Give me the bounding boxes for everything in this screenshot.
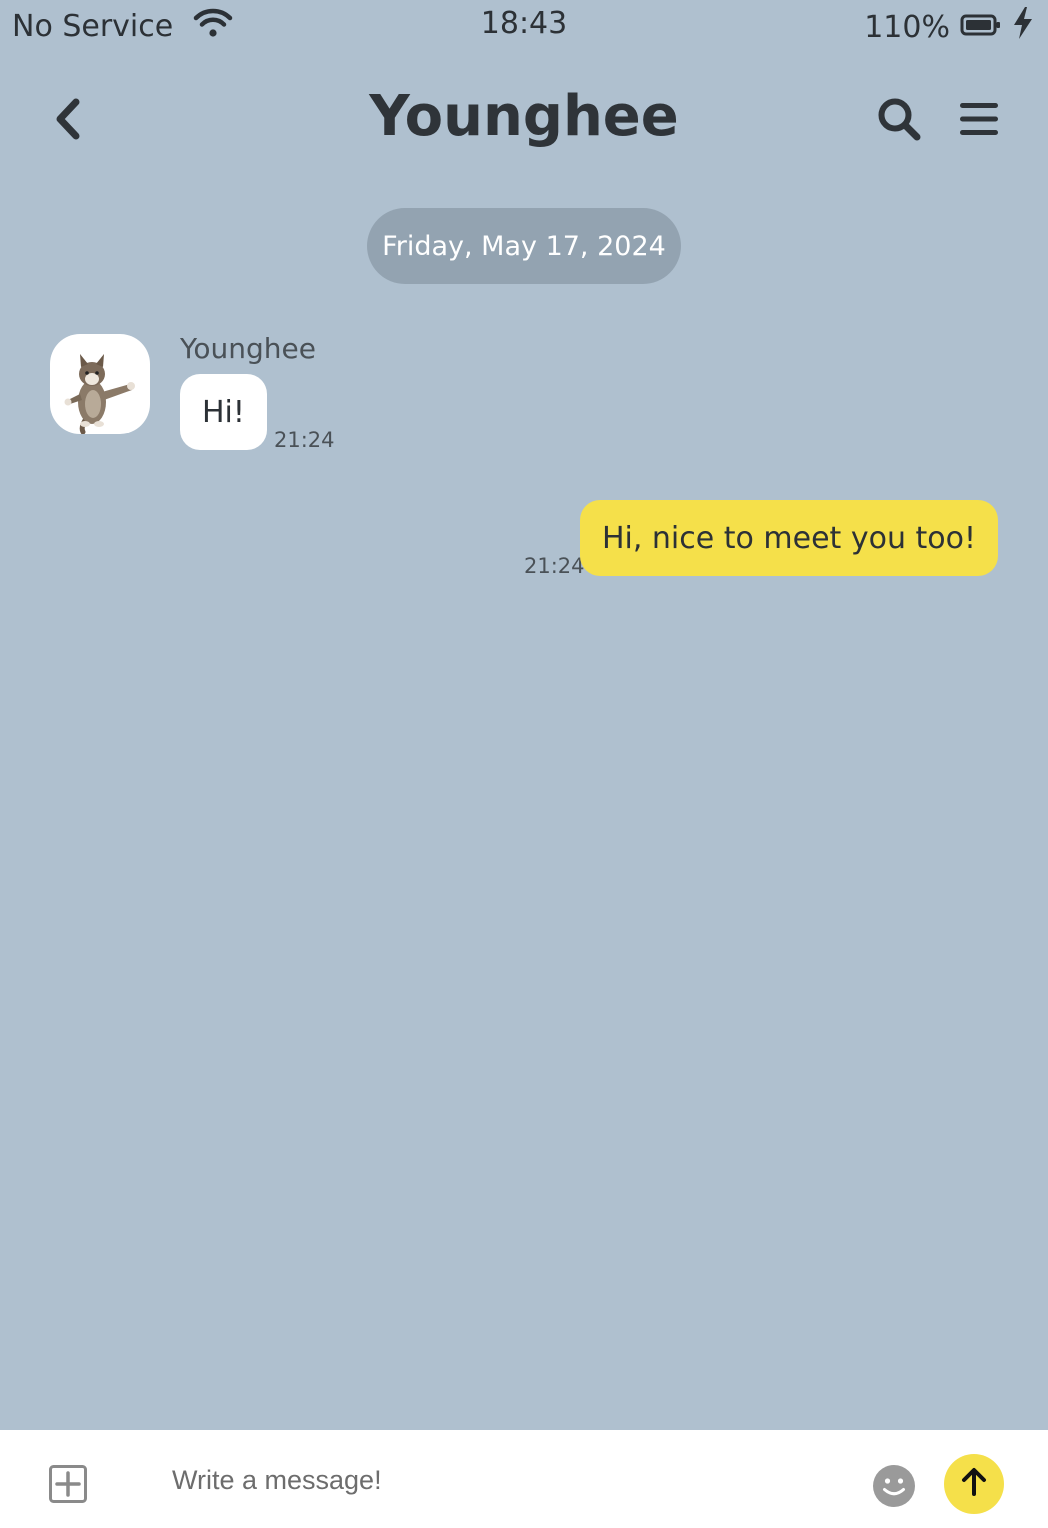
avatar[interactable]	[50, 334, 150, 434]
plus-square-icon	[48, 1465, 88, 1508]
sender-name: Younghee	[180, 332, 316, 365]
attach-button[interactable]	[48, 1464, 88, 1504]
chat-header: Younghee	[0, 80, 1048, 170]
arrow-up-icon	[960, 1467, 988, 1501]
battery-percent: 110%	[864, 9, 950, 45]
outgoing-message-bubble[interactable]: Hi, nice to meet you too!	[579, 500, 998, 576]
bolt-icon	[1012, 6, 1034, 48]
menu-button[interactable]	[952, 94, 1006, 148]
search-icon	[876, 96, 922, 146]
message-composer	[0, 1430, 1048, 1528]
date-divider: Friday, May 17, 2024	[367, 208, 681, 284]
status-right: 110%	[864, 6, 1034, 48]
smiley-icon	[872, 1465, 916, 1512]
status-bar: No Service 18:43 110%	[0, 0, 1048, 50]
send-button[interactable]	[944, 1454, 1004, 1514]
battery-icon	[960, 10, 1002, 45]
message-input[interactable]	[172, 1452, 832, 1508]
outgoing-message-time: 21:24	[524, 554, 585, 578]
incoming-message-bubble[interactable]: Hi!	[180, 374, 267, 450]
emoji-button[interactable]	[872, 1464, 916, 1508]
search-button[interactable]	[872, 94, 926, 148]
incoming-message-time: 21:24	[274, 428, 335, 452]
menu-icon	[959, 101, 999, 141]
cat-avatar-icon	[50, 354, 150, 434]
